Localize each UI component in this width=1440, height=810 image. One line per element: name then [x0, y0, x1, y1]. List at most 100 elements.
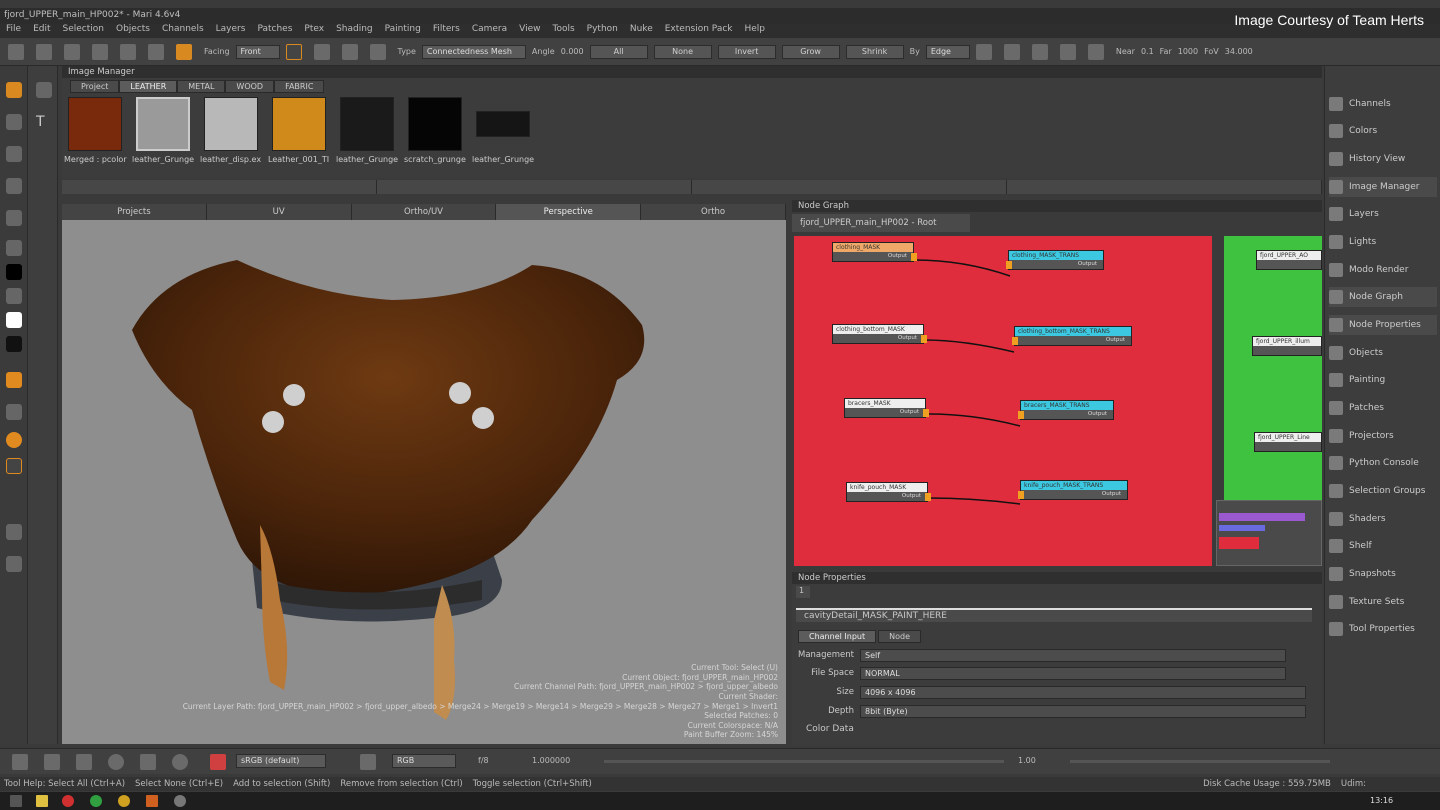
thumbnail[interactable]	[136, 97, 190, 151]
menu-camera[interactable]: Camera	[472, 24, 507, 38]
node-bracers-mask-trans[interactable]: bracers_MASK_TRANS Output	[1018, 400, 1114, 420]
select-tool-icon[interactable]	[6, 82, 22, 98]
node-knife-pouch-mask[interactable]: knife_pouch_MASK Output	[846, 482, 931, 502]
menu-edit[interactable]: Edit	[33, 24, 50, 38]
eyedropper-icon[interactable]	[6, 240, 22, 256]
palette-snapshots[interactable]: Snapshots	[1329, 564, 1437, 584]
invert-button[interactable]: Invert	[717, 44, 776, 59]
output-port[interactable]	[911, 253, 917, 261]
grow-button[interactable]: Grow	[781, 44, 840, 59]
text-tool-icon[interactable]: T	[36, 114, 52, 130]
node-clothing-bottom-mask-trans[interactable]: clothing_bottom_MASK_TRANS Output	[1012, 326, 1132, 346]
far-value[interactable]: 1000	[1178, 47, 1198, 56]
node-clothing-mask-trans[interactable]: clothing_MASK_TRANS Output	[1006, 250, 1104, 270]
settings-icon[interactable]	[174, 795, 186, 807]
palette-tool-properties[interactable]: Tool Properties	[1329, 619, 1437, 639]
save-icon[interactable]	[64, 43, 80, 60]
cube-icon[interactable]	[975, 43, 992, 60]
footer-button[interactable]	[377, 180, 692, 194]
menu-nuke[interactable]: Nuke	[630, 24, 653, 38]
select-arrow-icon[interactable]	[176, 43, 192, 60]
thumbnail[interactable]	[204, 97, 258, 151]
node-graph-tab[interactable]: fjord_UPPER_main_HP002 - Root	[792, 214, 970, 232]
3d-viewport[interactable]: Current Tool: Select (U) Current Object:…	[62, 220, 786, 744]
palette-shelf[interactable]: Shelf	[1329, 536, 1437, 556]
tab-uv[interactable]: UV	[206, 204, 352, 220]
foreground-color-swatch[interactable]	[6, 264, 22, 280]
menu-file[interactable]: File	[6, 24, 21, 38]
bake-icon[interactable]	[6, 458, 22, 474]
menu-objects[interactable]: Objects	[116, 24, 150, 38]
settings-tool-icon[interactable]	[6, 524, 22, 540]
red-backdrop[interactable]: clothing_MASK Output clothing_MASK_TRANS O…	[794, 236, 1212, 566]
magic-select-icon[interactable]	[369, 43, 386, 60]
palette-shaders[interactable]: Shaders	[1329, 509, 1437, 529]
palette-history-view[interactable]: History View	[1329, 149, 1437, 169]
frame-icon[interactable]	[6, 556, 22, 572]
input-port[interactable]	[1006, 261, 1012, 269]
thumbnail[interactable]	[340, 97, 394, 151]
palette-node-graph[interactable]: Node Graph	[1329, 287, 1437, 307]
node-green[interactable]: fjord_UPPER_AO	[1256, 250, 1322, 270]
node-clothing-mask[interactable]: clothing_MASK Output	[832, 242, 917, 262]
background-color-swatch[interactable]	[6, 312, 22, 328]
tab-fabric[interactable]: FABRIC	[274, 80, 325, 93]
shading-icon[interactable]	[1031, 43, 1048, 60]
brush-tool-icon[interactable]	[36, 82, 52, 98]
menu-tools[interactable]: Tools	[553, 24, 575, 38]
tab-ortho-uv[interactable]: Ortho/UV	[351, 204, 497, 220]
marquee-icon[interactable]	[285, 43, 302, 60]
menu-layers[interactable]: Layers	[216, 24, 246, 38]
menu-view[interactable]: View	[519, 24, 540, 38]
brush-icon[interactable]	[92, 43, 108, 60]
curve-icon[interactable]	[360, 754, 376, 770]
tab-node[interactable]: Node	[878, 630, 921, 643]
tab-leather[interactable]: LEATHER	[119, 80, 178, 93]
thumbnail[interactable]	[408, 97, 462, 151]
tab-projects[interactable]: Projects	[62, 204, 207, 220]
node-name-header[interactable]: cavityDetail_MASK_PAINT_HERE	[796, 608, 1312, 622]
folder-icon[interactable]	[36, 795, 48, 807]
menu-painting[interactable]: Painting	[385, 24, 421, 38]
menu-selection[interactable]: Selection	[63, 24, 104, 38]
menu-ptex[interactable]: Ptex	[304, 24, 324, 38]
palette-channels[interactable]: Channels	[1329, 94, 1437, 114]
palette-lights[interactable]: Lights	[1329, 232, 1437, 252]
clone-icon[interactable]	[6, 146, 22, 162]
input-port[interactable]	[1012, 337, 1018, 345]
palette-modo-render[interactable]: Modo Render	[1329, 260, 1437, 280]
output-port[interactable]	[923, 409, 929, 417]
grid-icon[interactable]	[1003, 43, 1020, 60]
layers-tool-icon[interactable]	[6, 404, 22, 420]
shrink-button[interactable]: Shrink	[845, 44, 904, 59]
footer-button[interactable]	[62, 180, 377, 194]
file-space-select[interactable]: NORMAL	[860, 666, 1286, 680]
browser-icon[interactable]	[62, 795, 74, 807]
node-green[interactable]: fjord_UPPER_Line	[1254, 432, 1322, 452]
down-arrow-icon[interactable]	[76, 754, 92, 770]
palette-colors[interactable]: Colors	[1329, 121, 1437, 141]
color-management-icon[interactable]	[210, 754, 226, 770]
paint-brush-icon[interactable]	[6, 372, 22, 388]
tab-wood[interactable]: WOOD	[225, 80, 275, 93]
mari-icon[interactable]	[146, 795, 158, 807]
palette-texture-sets[interactable]: Texture Sets	[1329, 592, 1437, 612]
footer-button[interactable]	[1007, 180, 1322, 194]
output-port[interactable]	[921, 335, 927, 343]
color-data-section[interactable]: Color Data	[806, 724, 854, 734]
tab-ortho[interactable]: Ortho	[641, 204, 786, 220]
film-icon[interactable]	[1059, 43, 1076, 60]
polygon-lasso-icon[interactable]	[341, 43, 358, 60]
output-port[interactable]	[925, 493, 931, 501]
palette-patches[interactable]: Patches	[1329, 398, 1437, 418]
palette-painting[interactable]: Painting	[1329, 370, 1437, 390]
zoom-icon[interactable]	[172, 754, 188, 770]
link-icon[interactable]	[120, 43, 136, 60]
camera-icon[interactable]	[1087, 43, 1104, 60]
exposure-slider[interactable]	[604, 760, 1004, 763]
grid-tool-icon[interactable]	[6, 178, 22, 194]
input-port[interactable]	[1018, 411, 1024, 419]
palette-python-console[interactable]: Python Console	[1329, 453, 1437, 473]
transform-icon[interactable]	[6, 210, 22, 226]
gain-value[interactable]: 1.000000	[532, 756, 570, 765]
